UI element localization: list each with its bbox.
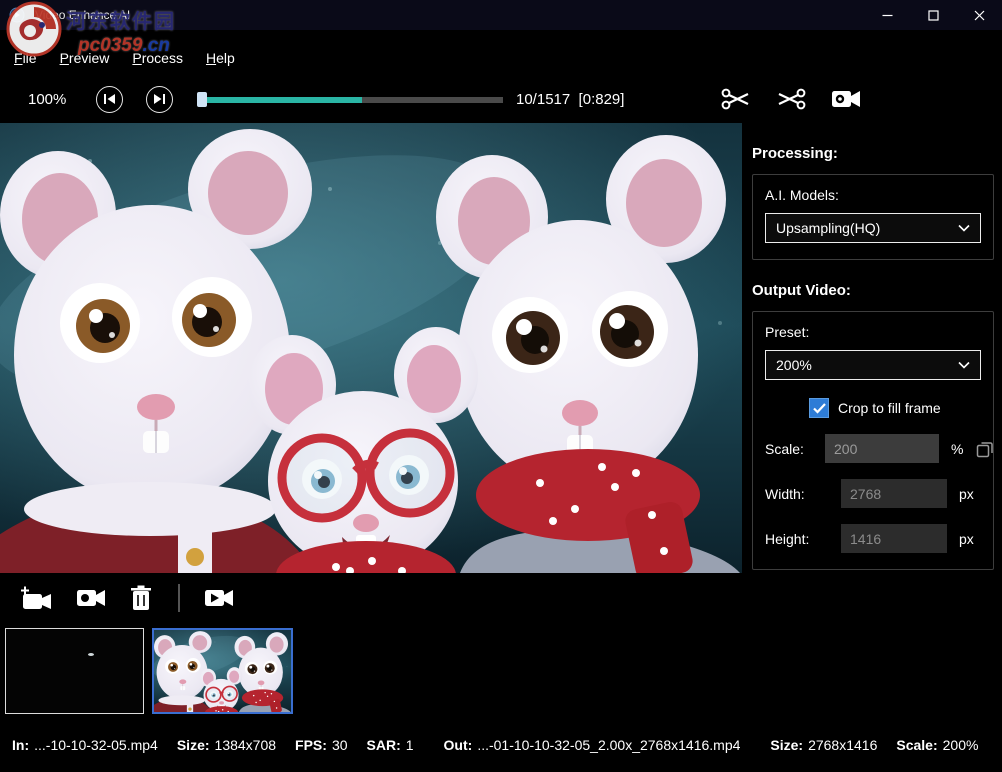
capture-clip-button[interactable]: [76, 587, 106, 609]
watermark-site-url: pc0359.cn: [78, 35, 176, 57]
next-frame-icon: [153, 93, 166, 105]
scale-input[interactable]: [825, 434, 939, 463]
play-clip-icon: [204, 587, 234, 609]
video-preview[interactable]: [0, 123, 742, 573]
delete-clip-button[interactable]: [130, 585, 152, 611]
ai-models-label: A.I. Models:: [765, 187, 981, 203]
site-watermark: 河东软件园 pc0359.cn: [6, 1, 176, 57]
video-frame: [0, 123, 742, 573]
scale-label: Scale:: [765, 441, 825, 457]
add-clip-icon: [20, 585, 52, 611]
zoom-level[interactable]: 100%: [28, 91, 72, 108]
trim-end-button[interactable]: [776, 86, 806, 112]
prev-frame-button[interactable]: [96, 86, 123, 113]
ai-model-value: Upsampling(HQ): [776, 220, 880, 236]
statusbar: In:...-10-10-32-05.mp4 Size:1384x708 FPS…: [0, 718, 1002, 772]
minimize-button[interactable]: [864, 0, 910, 30]
watermark-site-name: 河东软件园: [66, 11, 176, 33]
ai-model-dropdown[interactable]: Upsampling(HQ): [765, 213, 981, 243]
status-in-file: In:...-10-10-32-05.mp4: [12, 737, 158, 753]
clip-strip: [0, 623, 1002, 718]
status-sar: SAR:1: [367, 737, 414, 753]
clip-toolbar: [0, 573, 1002, 623]
thumbnail-highlight: [88, 653, 94, 656]
seek-handle[interactable]: [197, 92, 207, 107]
capture-clip-icon: [76, 587, 106, 609]
status-out-size: Size:2768x1416: [770, 737, 877, 753]
crop-checkbox[interactable]: [809, 398, 829, 418]
processing-heading: Processing:: [752, 145, 994, 162]
add-clip-button[interactable]: [20, 585, 52, 611]
chevron-down-icon: [958, 361, 970, 369]
delete-clip-icon: [130, 585, 152, 611]
close-button[interactable]: [956, 0, 1002, 30]
status-in-size: Size:1384x708: [177, 737, 276, 753]
crop-checkbox-label[interactable]: Crop to fill frame: [838, 400, 941, 416]
window-controls: [864, 0, 1002, 30]
scissors-icon: [721, 86, 751, 112]
copy-scale-icon: [976, 440, 994, 458]
ai-models-group: A.I. Models: Upsampling(HQ): [752, 174, 994, 260]
preset-label: Preset:: [765, 324, 981, 340]
clip-thumbnail-1[interactable]: [5, 628, 144, 714]
app-window: Video Enhance AI 河东软件园: [0, 0, 1002, 772]
preset-value: 200%: [776, 357, 812, 373]
preview-camera-icon: [831, 87, 861, 111]
lock-aspect-button[interactable]: [976, 440, 994, 458]
output-video-heading: Output Video:: [752, 282, 994, 299]
maximize-button[interactable]: [910, 0, 956, 30]
width-input[interactable]: [841, 479, 947, 508]
chevron-down-icon: [958, 224, 970, 232]
check-icon: [813, 403, 826, 414]
play-clip-button[interactable]: [204, 587, 234, 609]
menu-help[interactable]: Help: [206, 50, 235, 66]
frame-counter: 10/1517 [0:829]: [516, 91, 624, 108]
output-group: Preset: 200% Crop to fill frame Scale: %: [752, 311, 994, 570]
preview-button[interactable]: [831, 87, 861, 111]
height-label: Height:: [765, 531, 825, 547]
site-logo-icon: [6, 1, 62, 57]
status-out-file: Out:...-01-10-10-32-05_2.00x_2768x1416.m…: [444, 737, 741, 753]
preset-dropdown[interactable]: 200%: [765, 350, 981, 380]
trim-start-button[interactable]: [721, 86, 751, 112]
split-icon: [776, 86, 806, 112]
seek-slider[interactable]: [197, 92, 503, 107]
clip-thumbnail-2-selected[interactable]: [152, 628, 293, 714]
width-label: Width:: [765, 486, 825, 502]
settings-panel: Processing: A.I. Models: Upsampling(HQ) …: [742, 123, 1002, 573]
width-unit: px: [959, 486, 974, 502]
height-input[interactable]: [841, 524, 947, 553]
next-frame-button[interactable]: [146, 86, 173, 113]
slider-filled: [197, 97, 362, 103]
status-scale: Scale:200%: [896, 737, 978, 753]
scale-unit: %: [951, 441, 963, 457]
status-fps: FPS:30: [295, 737, 347, 753]
height-unit: px: [959, 531, 974, 547]
playback-toolbar: 100% 10/1517 [0:829]: [0, 75, 1002, 123]
toolbar-separator: [178, 584, 180, 612]
prev-frame-icon: [103, 93, 116, 105]
